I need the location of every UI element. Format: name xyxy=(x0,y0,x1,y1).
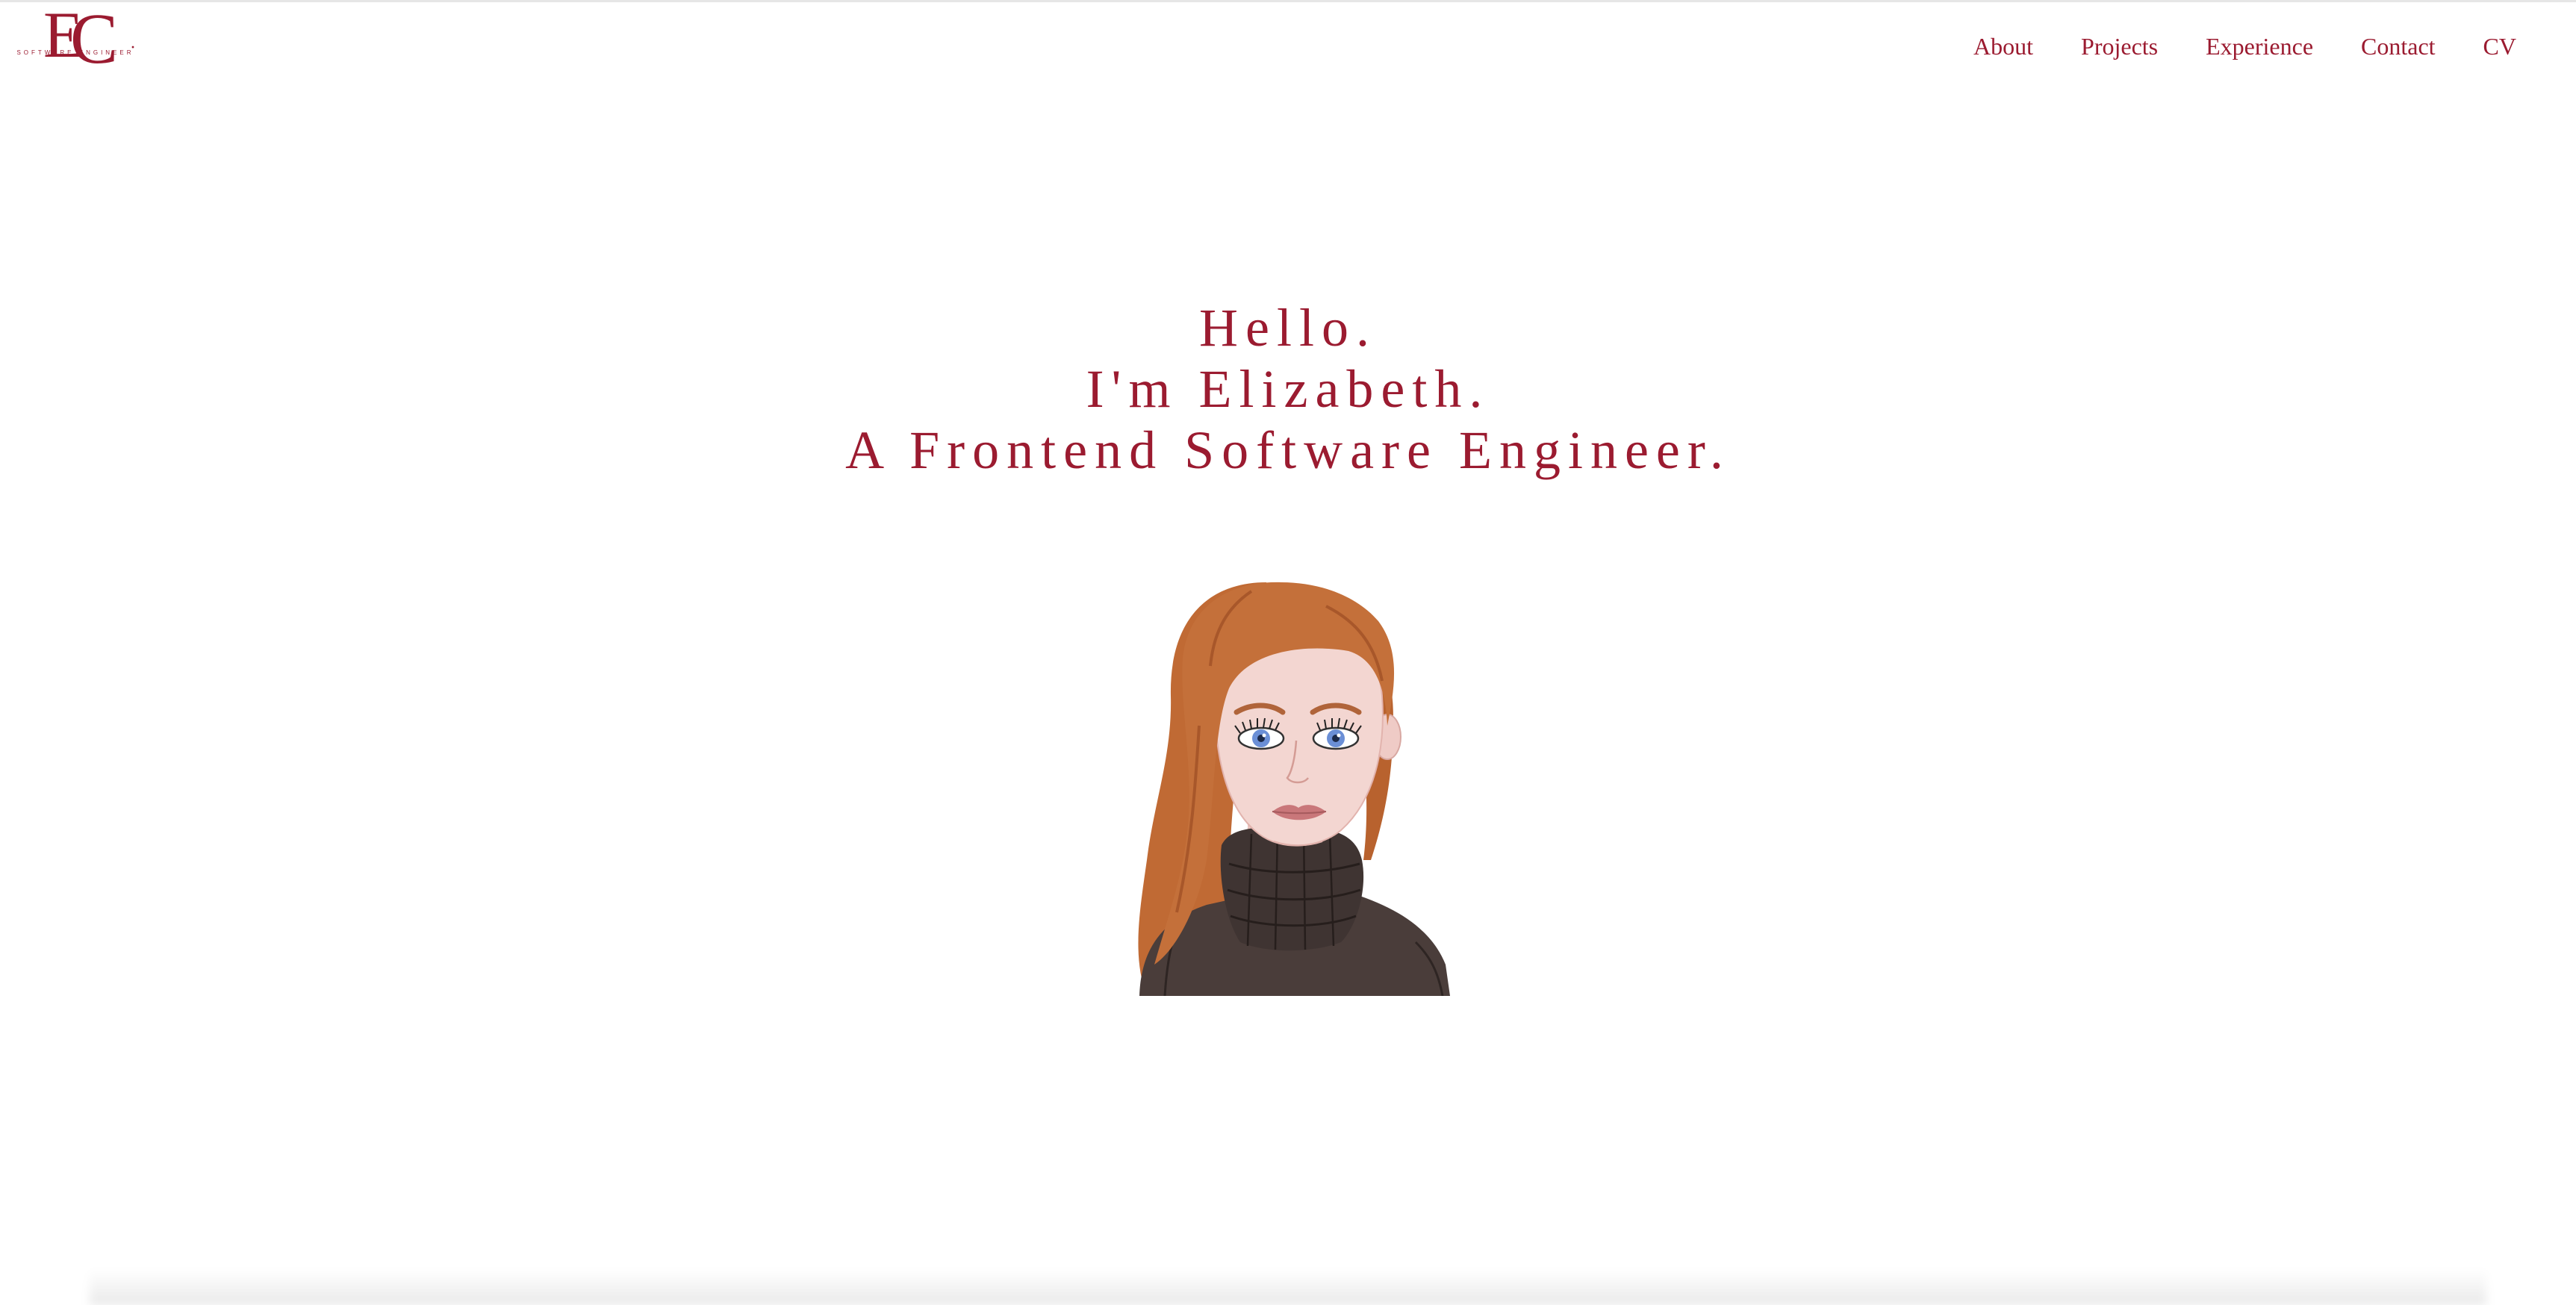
nav-projects[interactable]: Projects xyxy=(2081,33,2158,60)
logo-subtitle: SOFTWARE ENGINEER xyxy=(16,49,134,56)
hero-line-name: I'm Elizabeth. xyxy=(1086,359,1490,419)
hero-line-role: A Frontend Software Engineer. xyxy=(845,420,1731,480)
hero-heading: Hello. I'm Elizabeth. A Frontend Softwar… xyxy=(0,297,2576,481)
bottom-shadow xyxy=(90,1269,2486,1305)
nav-cv[interactable]: CV xyxy=(2483,33,2516,60)
main-nav: About Projects Experience Contact CV xyxy=(1973,33,2516,60)
nav-contact[interactable]: Contact xyxy=(2361,33,2436,60)
nav-experience[interactable]: Experience xyxy=(2206,33,2313,60)
logo-letter-c: C xyxy=(70,0,119,78)
top-border xyxy=(0,0,2576,2)
logo-monogram: E C · xyxy=(27,0,136,78)
avatar-illustration xyxy=(1138,582,1450,996)
site-logo[interactable]: E C · SOFTWARE ENGINEER xyxy=(12,0,139,78)
hero-line-greeting: Hello. xyxy=(1199,298,1377,358)
nav-about[interactable]: About xyxy=(1973,33,2033,60)
